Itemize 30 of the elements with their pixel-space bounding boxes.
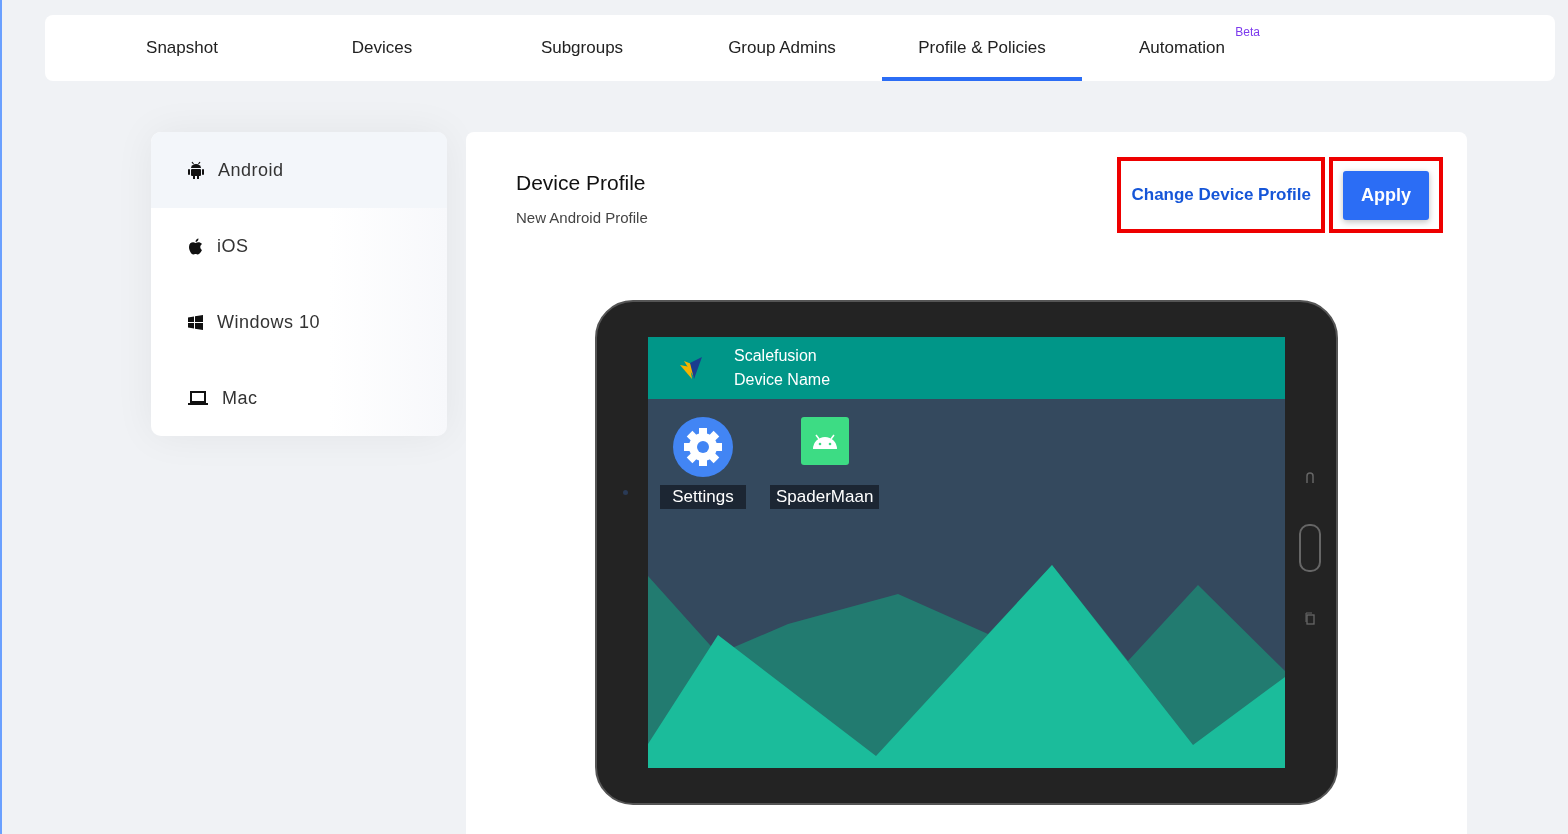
beta-label: Beta (1235, 25, 1260, 39)
leaf-logo-icon (678, 355, 704, 381)
sidebar-item[interactable]: Windows 10 (151, 284, 447, 360)
tab[interactable]: Group Admins (682, 15, 882, 81)
sidebar-item[interactable]: Mac (151, 360, 447, 436)
home-button[interactable] (1299, 524, 1321, 572)
back-key-icon (1305, 472, 1315, 484)
tab[interactable]: Profile & Policies (882, 15, 1082, 81)
windows-icon (188, 314, 203, 330)
tab[interactable]: Snapshot (82, 15, 282, 81)
apple-icon (188, 237, 203, 255)
device-name: Device Name (734, 371, 831, 389)
tab[interactable]: Automation Beta (1082, 15, 1282, 81)
app-icon-tile[interactable]: Settings (660, 417, 746, 509)
app-name: Scalefusion (734, 347, 818, 365)
android-app-icon (800, 417, 849, 465)
apply-button[interactable]: Apply (1343, 170, 1429, 220)
camera-dot (623, 490, 628, 495)
android-icon (188, 161, 204, 179)
app-icon-tile[interactable]: SpaderMaan (770, 411, 880, 509)
tab[interactable]: Devices (282, 15, 482, 81)
profile-title: Device Profile (516, 171, 647, 195)
profile-name: New Android Profile (516, 209, 648, 226)
gear-icon (673, 417, 733, 477)
sidebar-item[interactable]: iOS (151, 208, 447, 284)
change-profile-link[interactable]: Change Device Profile (1131, 185, 1311, 205)
recent-apps-icon (1305, 612, 1315, 625)
sidebar-item[interactable]: Android (151, 132, 447, 208)
tab[interactable]: Subgroups (482, 15, 682, 81)
laptop-icon (188, 390, 208, 406)
